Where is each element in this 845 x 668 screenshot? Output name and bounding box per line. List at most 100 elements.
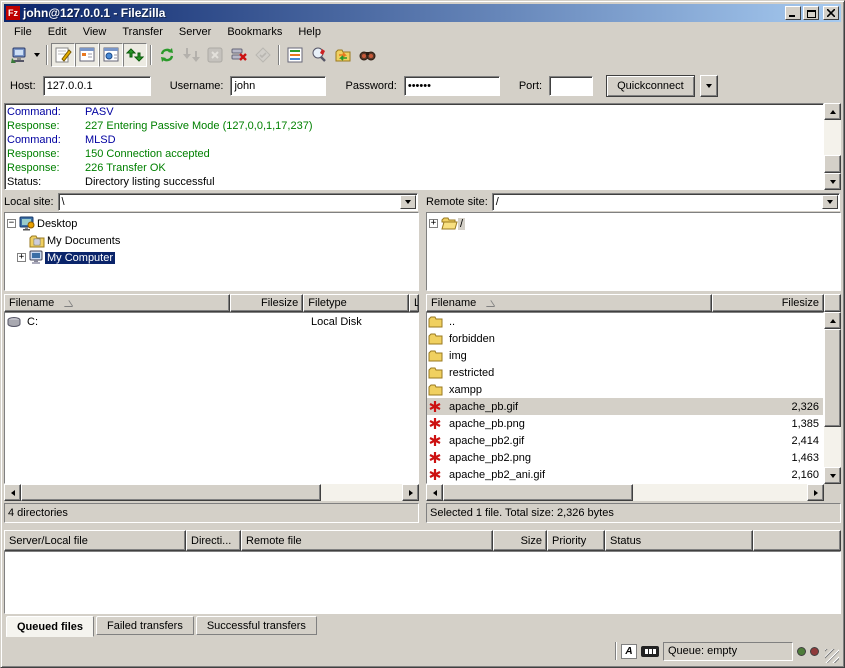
- toggle-queue-button[interactable]: [123, 43, 147, 67]
- scroll-left-button[interactable]: [426, 484, 443, 501]
- toggle-log-button[interactable]: [51, 43, 75, 67]
- filter-icon: [286, 46, 304, 64]
- ascii-data-type-icon[interactable]: A: [621, 644, 637, 659]
- expand-icon[interactable]: +: [429, 219, 438, 228]
- username-input[interactable]: [230, 76, 326, 96]
- column-header-server-local-file[interactable]: Server/Local file: [4, 530, 186, 551]
- splitter[interactable]: [4, 523, 841, 530]
- filter-button[interactable]: [283, 43, 307, 67]
- sync-browse-button[interactable]: [331, 43, 355, 67]
- disconnect-icon: [230, 46, 248, 64]
- remote-file-row[interactable]: restricted: [427, 364, 823, 381]
- column-header-filename[interactable]: Filename: [426, 294, 712, 312]
- column-header-direction[interactable]: Directi...: [186, 530, 241, 551]
- remote-file-row[interactable]: apache_pb2.png1,463: [427, 449, 823, 466]
- remote-file-row[interactable]: apache_pb.png1,385: [427, 415, 823, 432]
- local-file-row-c-drive[interactable]: C: Local Disk: [5, 313, 418, 330]
- minimize-button[interactable]: [785, 6, 801, 20]
- column-header-status[interactable]: Status: [605, 530, 753, 551]
- site-manager-icon: [10, 46, 28, 64]
- scrollbar-thumb[interactable]: [21, 484, 321, 501]
- menu-file[interactable]: File: [6, 24, 40, 40]
- remote-list-scrollbar[interactable]: [824, 312, 841, 484]
- menu-help[interactable]: Help: [290, 24, 329, 40]
- scrollbar-thumb[interactable]: [824, 329, 841, 427]
- column-header-last-modified[interactable]: L: [409, 294, 419, 312]
- scrollbar-thumb[interactable]: [824, 155, 841, 173]
- refresh-button[interactable]: [155, 43, 179, 67]
- remote-site-combobox[interactable]: /: [492, 193, 840, 211]
- scroll-up-button[interactable]: [824, 312, 841, 329]
- remote-site-dropdown[interactable]: [822, 195, 838, 209]
- scroll-left-button[interactable]: [4, 484, 21, 501]
- column-header-remote-file[interactable]: Remote file: [241, 530, 493, 551]
- column-header-size[interactable]: Size: [493, 530, 547, 551]
- toggle-remote-tree-button[interactable]: [99, 43, 123, 67]
- local-site-dropdown[interactable]: [400, 195, 416, 209]
- column-header-blank: [753, 530, 841, 551]
- scroll-right-button[interactable]: [807, 484, 824, 501]
- tree-item-desktop[interactable]: − Desktop: [7, 215, 418, 232]
- scroll-down-button[interactable]: [824, 467, 841, 484]
- directory-compare-icon: [310, 46, 328, 64]
- quickconnect-button[interactable]: Quickconnect: [606, 75, 695, 97]
- tree-item-root[interactable]: + /: [429, 215, 840, 232]
- resize-grip-icon[interactable]: [825, 649, 839, 663]
- disconnect-button[interactable]: [227, 43, 251, 67]
- maximize-button[interactable]: [803, 6, 819, 20]
- tree-item-label: My Documents: [45, 235, 122, 247]
- remote-file-row-selected[interactable]: apache_pb.gif2,326: [427, 398, 823, 415]
- title-bar[interactable]: Fz john@127.0.0.1 - FileZilla: [4, 4, 841, 22]
- remote-file-row[interactable]: forbidden: [427, 330, 823, 347]
- site-manager-dropdown[interactable]: [31, 43, 43, 67]
- password-input[interactable]: [404, 76, 500, 96]
- drive-icon: [5, 316, 23, 328]
- scrollbar-thumb[interactable]: [443, 484, 633, 501]
- menu-transfer[interactable]: Transfer: [114, 24, 171, 40]
- scroll-up-button[interactable]: [824, 103, 841, 120]
- toggle-local-tree-button[interactable]: [75, 43, 99, 67]
- close-button[interactable]: [823, 6, 839, 20]
- remote-file-row[interactable]: apache_pb2_ani.gif2,160: [427, 466, 823, 483]
- column-header-filesize[interactable]: Filesize: [712, 294, 824, 312]
- remote-file-row[interactable]: ..: [427, 313, 823, 330]
- file-name: img: [445, 350, 712, 362]
- menu-view[interactable]: View: [75, 24, 115, 40]
- port-input[interactable]: [549, 76, 593, 96]
- column-header-filesize[interactable]: Filesize: [230, 294, 303, 312]
- process-queue-button[interactable]: [179, 43, 203, 67]
- pane-splitter[interactable]: [419, 192, 426, 523]
- tab-queued-files[interactable]: Queued files: [6, 616, 94, 637]
- tree-item-my-computer[interactable]: + My Computer: [7, 249, 418, 266]
- column-header-filetype[interactable]: Filetype: [303, 294, 409, 312]
- remote-horizontal-scrollbar[interactable]: [426, 484, 824, 501]
- scroll-right-button[interactable]: [402, 484, 419, 501]
- column-header-filename[interactable]: Filename: [4, 294, 230, 312]
- local-horizontal-scrollbar[interactable]: [4, 484, 419, 501]
- remote-file-row[interactable]: xampp: [427, 381, 823, 398]
- expand-icon[interactable]: +: [17, 253, 26, 262]
- menu-bookmarks[interactable]: Bookmarks: [219, 24, 290, 40]
- column-header-priority[interactable]: Priority: [547, 530, 605, 551]
- local-site-combobox[interactable]: \: [58, 193, 418, 211]
- log-scrollbar[interactable]: [824, 103, 841, 190]
- reconnect-button[interactable]: [251, 43, 275, 67]
- site-manager-button[interactable]: [7, 43, 31, 67]
- speed-limits-icon[interactable]: [641, 646, 659, 657]
- scroll-down-button[interactable]: [824, 173, 841, 190]
- host-input[interactable]: [43, 76, 151, 96]
- collapse-icon[interactable]: −: [7, 219, 16, 228]
- tree-item-my-documents[interactable]: My Documents: [7, 232, 418, 249]
- remote-file-row[interactable]: apache_pb2.gif2,414: [427, 432, 823, 449]
- remote-file-row[interactable]: img: [427, 347, 823, 364]
- file-type: Local Disk: [307, 316, 414, 328]
- cancel-button[interactable]: [203, 43, 227, 67]
- menu-server[interactable]: Server: [171, 24, 219, 40]
- find-files-button[interactable]: [355, 43, 379, 67]
- menu-edit[interactable]: Edit: [40, 24, 75, 40]
- remote-site-value: /: [496, 196, 499, 208]
- tab-successful-transfers[interactable]: Successful transfers: [196, 616, 317, 635]
- directory-compare-button[interactable]: [307, 43, 331, 67]
- quickconnect-dropdown[interactable]: [700, 75, 718, 97]
- tab-failed-transfers[interactable]: Failed transfers: [96, 616, 194, 635]
